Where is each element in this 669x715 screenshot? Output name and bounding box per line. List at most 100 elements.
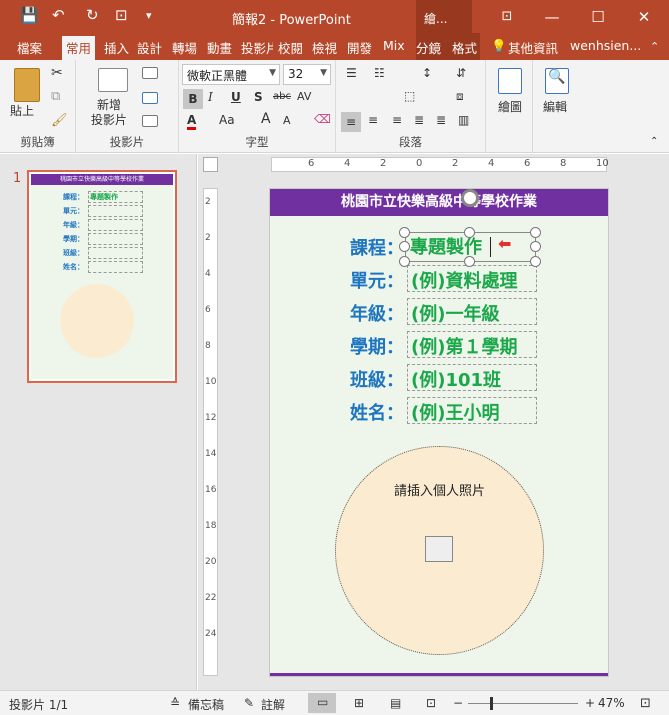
columns-icon[interactable]: ▥	[458, 113, 469, 127]
resize-handle[interactable]	[399, 256, 410, 267]
zoom-in-button[interactable]: +	[585, 696, 595, 710]
notes-icon[interactable]: ≙	[170, 696, 180, 710]
slide-header: 桃園市立快樂高級中等學校作業	[270, 189, 608, 216]
layout-icon[interactable]	[142, 67, 158, 79]
zoom-level[interactable]: 47%	[598, 696, 625, 710]
grow-font-button[interactable]: A	[261, 111, 271, 127]
slide-sorter-icon[interactable]: ⊞	[354, 696, 364, 710]
field-value-box[interactable]: (例)101班	[407, 364, 537, 391]
paste-icon[interactable]	[14, 68, 40, 102]
fit-to-window-icon[interactable]: ⊡	[640, 696, 651, 711]
customize-quick-access-icon[interactable]: ▾	[146, 9, 152, 22]
user-account[interactable]: wenhsien...	[570, 38, 641, 53]
resize-handle[interactable]	[464, 227, 475, 238]
tab-review[interactable]: 校閱	[278, 38, 303, 57]
field-value-box[interactable]: (例)第１學期	[407, 331, 537, 358]
tell-me-search[interactable]: 其他資訊	[508, 38, 558, 57]
tab-home[interactable]: 常用	[62, 36, 96, 60]
collapse-ribbon-icon[interactable]: ⌃	[650, 136, 658, 147]
tab-transitions[interactable]: 轉場	[172, 38, 197, 57]
new-slide-button[interactable]: 新增 投影片	[91, 98, 127, 128]
resize-handle[interactable]	[399, 241, 410, 252]
shrink-font-button[interactable]: A	[283, 114, 291, 127]
section-icon[interactable]	[142, 115, 158, 127]
smartart-icon[interactable]: ⧈	[456, 89, 464, 104]
editing-button[interactable]: 編輯	[543, 98, 567, 115]
italic-button[interactable]: I	[208, 90, 213, 104]
bold-button[interactable]: B	[183, 89, 203, 109]
field-value-box[interactable]: (例)王小明	[407, 397, 537, 424]
tab-insert[interactable]: 插入	[104, 38, 129, 57]
field-value-box[interactable]: (例)一年級	[407, 298, 537, 325]
slide-thumbnail[interactable]: 桃園市立快樂高級中等學校作業 課程： 專題製作 單元： 年級： 學期： 班級： 姓名：	[27, 170, 177, 383]
font-size-combo[interactable]: 32 ▼	[283, 64, 331, 85]
collapse-ribbon-icon[interactable]: ⌃	[650, 40, 659, 53]
tab-view[interactable]: 檢視	[312, 38, 337, 57]
new-slide-icon[interactable]	[98, 68, 128, 92]
tab-design[interactable]: 設計	[137, 38, 162, 57]
copy-icon[interactable]: ⧉	[51, 89, 60, 104]
tab-selector[interactable]	[203, 157, 218, 172]
close-button[interactable]: ✕	[622, 4, 666, 30]
format-painter-icon[interactable]: 🖌	[51, 113, 68, 128]
rotate-handle[interactable]	[461, 189, 479, 207]
font-name-combo[interactable]: 微軟正黑體 ▼	[182, 64, 280, 85]
align-center-icon[interactable]: ≡	[368, 113, 378, 127]
drawing-button[interactable]: 繪圖	[498, 98, 522, 115]
bullets-icon[interactable]: ☰	[346, 66, 357, 80]
save-icon[interactable]: 💾	[20, 6, 39, 24]
distributed-icon[interactable]: ≣	[436, 113, 446, 127]
window-title: 簡報2 - PowerPoint	[232, 13, 351, 28]
align-right-icon[interactable]: ≡	[392, 113, 402, 127]
cut-icon[interactable]: ✂	[51, 65, 63, 81]
tab-format[interactable]: 格式	[452, 38, 477, 57]
change-case-button[interactable]: Aa	[219, 113, 235, 127]
photo-placeholder[interactable]: 請插入個人照片	[335, 446, 544, 655]
find-icon[interactable]: 🔍	[545, 68, 569, 94]
underline-button[interactable]: U	[231, 90, 241, 104]
justify-icon[interactable]: ≣	[414, 113, 424, 127]
reset-icon[interactable]	[142, 92, 158, 104]
tab-developer[interactable]: 開發	[347, 38, 372, 57]
text-direction-icon[interactable]: ⇵	[456, 66, 466, 80]
tab-mix[interactable]: Mix	[383, 38, 405, 53]
tab-file[interactable]: 檔案	[17, 38, 42, 57]
zoom-out-button[interactable]: −	[453, 696, 463, 710]
ruler-tick-label: 18	[205, 521, 217, 531]
zoom-slider-thumb[interactable]	[490, 697, 493, 710]
maximize-button[interactable]: ☐	[576, 4, 620, 30]
clear-formatting-icon[interactable]: ⌫	[314, 112, 331, 126]
align-text-icon[interactable]: ⬚	[404, 89, 415, 103]
line-spacing-icon[interactable]: ↕	[422, 66, 432, 80]
reading-view-icon[interactable]: ▤	[390, 696, 401, 710]
start-presentation-icon[interactable]: ⊡	[115, 6, 128, 24]
font-color-button[interactable]: A	[187, 113, 197, 130]
notes-button[interactable]: 備忘稿	[188, 696, 224, 713]
ruler-tick-label: 10	[596, 158, 609, 169]
comments-icon[interactable]: ✎	[244, 696, 254, 710]
tab-slideshow[interactable]: 投影片	[241, 38, 273, 57]
field-value-box[interactable]: (例)資料處理	[407, 265, 537, 292]
shapes-icon[interactable]	[498, 68, 522, 94]
resize-handle[interactable]	[464, 256, 475, 267]
slideshow-icon[interactable]: ⊡	[426, 696, 436, 710]
zoom-slider-track[interactable]	[468, 703, 578, 704]
resize-handle[interactable]	[399, 227, 410, 238]
undo-icon[interactable]: ↶	[52, 6, 65, 24]
comments-button[interactable]: 註解	[261, 696, 285, 713]
strikethrough-button[interactable]: abc	[273, 91, 291, 102]
ribbon-display-options-icon[interactable]: ⊡	[485, 4, 529, 30]
redo-icon[interactable]: ↻	[86, 6, 99, 24]
character-spacing-button[interactable]: AV	[297, 90, 311, 103]
tab-storyboard[interactable]: 分鏡	[416, 38, 441, 57]
picture-icon[interactable]	[425, 536, 453, 562]
align-left-icon[interactable]: ≡	[341, 112, 361, 132]
resize-handle[interactable]	[530, 256, 541, 267]
minimize-button[interactable]: —	[530, 4, 574, 30]
numbering-icon[interactable]: ☷	[374, 66, 385, 80]
text-shadow-button[interactable]: S	[254, 90, 263, 104]
resize-handle[interactable]	[530, 241, 541, 252]
paste-button[interactable]: 貼上	[10, 102, 34, 119]
tab-animations[interactable]: 動畫	[207, 38, 232, 57]
resize-handle[interactable]	[530, 227, 541, 238]
